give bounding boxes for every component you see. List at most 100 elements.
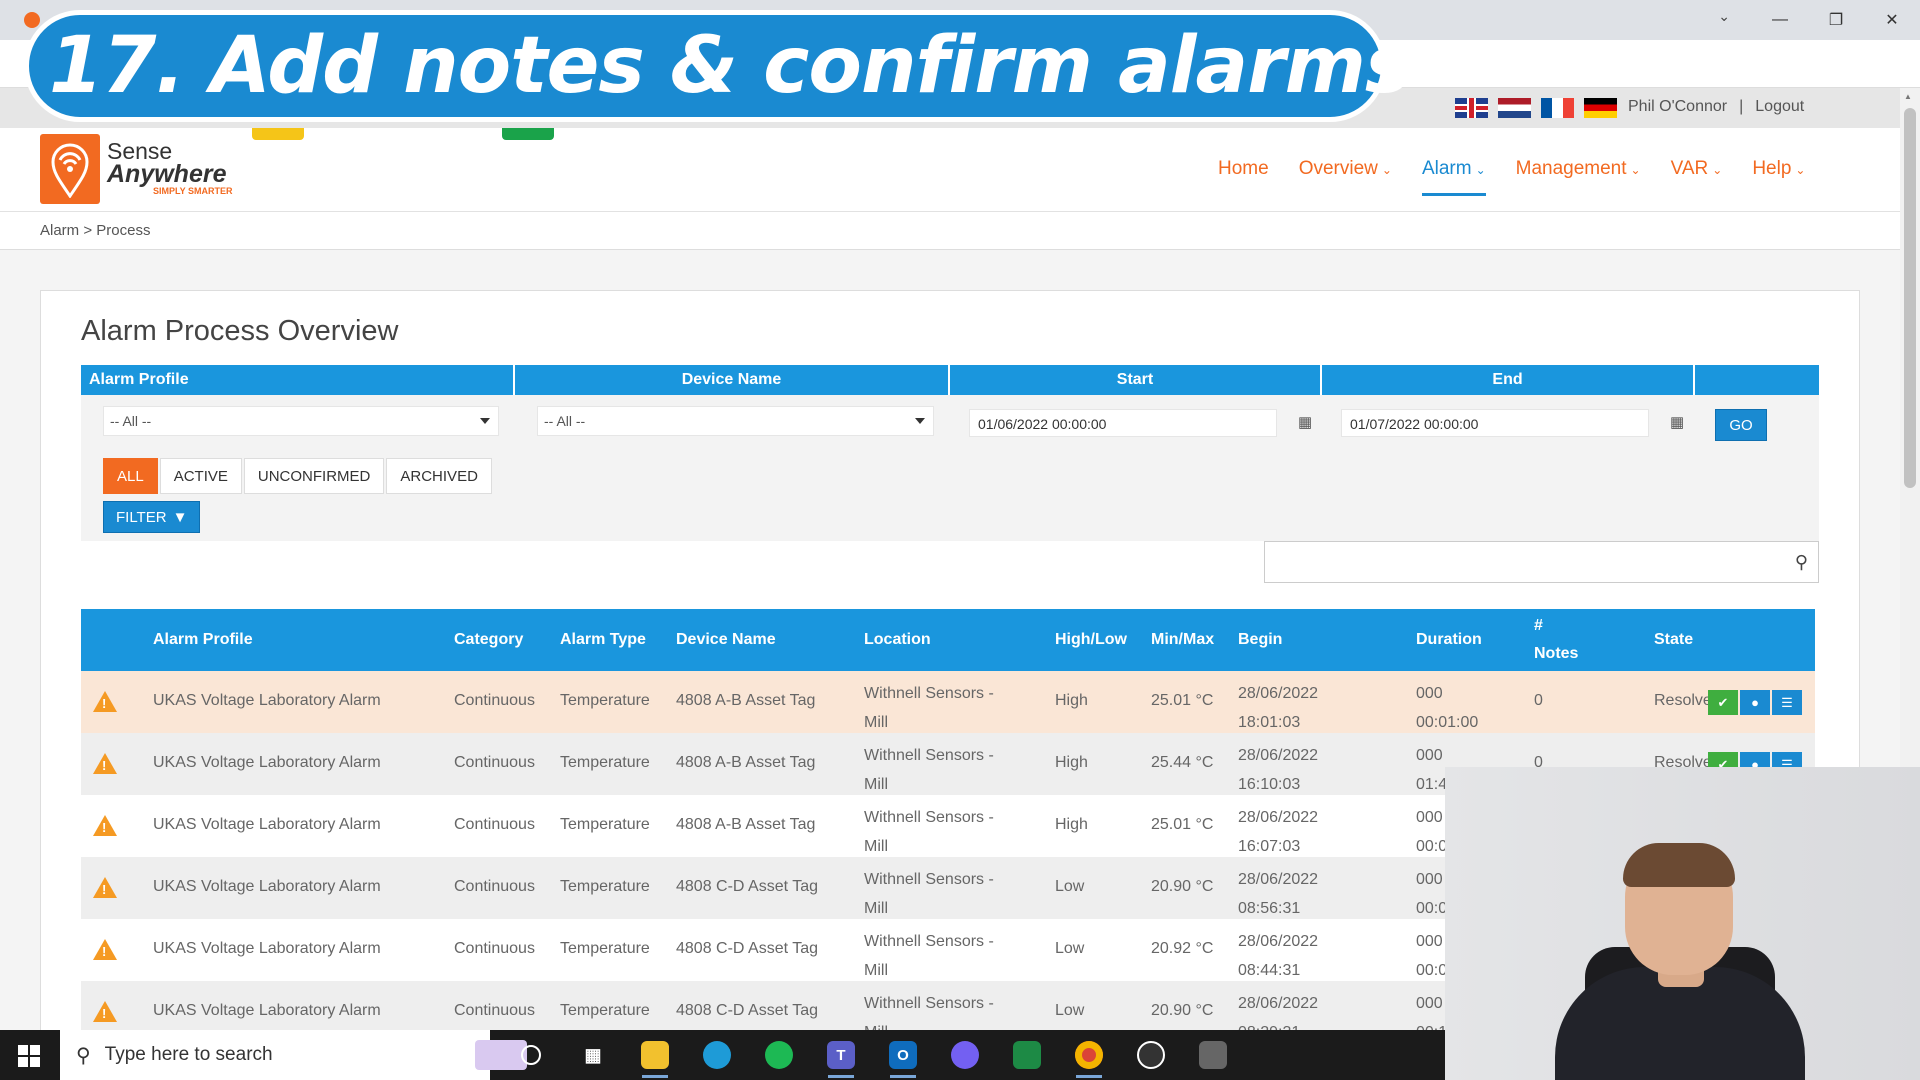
cell-location-line1: Withnell Sensors - (864, 871, 994, 888)
user-separator: | (1739, 98, 1744, 115)
outlook-icon[interactable]: O (872, 1030, 934, 1080)
device-name-select[interactable]: -- All -- (537, 406, 934, 436)
teams-icon[interactable]: T (810, 1030, 872, 1080)
chevron-down-icon: ⌄ (1381, 163, 1392, 177)
spreadsheet-icon[interactable] (996, 1030, 1058, 1080)
end-date-input[interactable]: 01/07/2022 00:00:00 (1341, 409, 1649, 437)
breadcrumb-process[interactable]: Process (96, 222, 150, 239)
cell-alarm-type: Temperature (560, 816, 650, 833)
nav-var[interactable]: VAR ⌄ (1671, 158, 1723, 180)
search-icon[interactable]: ⚲ (1795, 552, 1808, 573)
th-duration[interactable]: Duration (1416, 631, 1482, 649)
filter-header-end: End (1322, 365, 1695, 395)
viber-icon[interactable] (934, 1030, 996, 1080)
page-title: Alarm Process Overview (81, 315, 399, 347)
confirm-check-icon[interactable]: ✔ (1708, 690, 1738, 715)
add-note-comment-icon[interactable]: ● (1740, 690, 1770, 715)
logout-link[interactable]: Logout (1755, 98, 1804, 116)
cell-location-line2: Mill (864, 900, 888, 917)
user-area: Phil O'Connor | Logout (1628, 98, 1804, 116)
taskbar-search-box[interactable]: ⚲ Type here to search (60, 1030, 527, 1080)
tab-all[interactable]: ALL (103, 458, 158, 494)
th-location[interactable]: Location (864, 631, 931, 649)
th-high-low[interactable]: High/Low (1055, 631, 1127, 649)
th-begin[interactable]: Begin (1238, 631, 1282, 649)
th-category[interactable]: Category (454, 631, 523, 649)
cell-high-low: High (1055, 692, 1088, 709)
edge-icon[interactable] (686, 1030, 748, 1080)
taskbar-search-placeholder: Type here to search (104, 1044, 273, 1065)
nav-alarm[interactable]: Alarm ⌄ (1421, 158, 1486, 196)
th-alarm-profile[interactable]: Alarm Profile (153, 631, 253, 649)
flag-nl-icon[interactable] (1498, 98, 1531, 118)
calendar-icon[interactable]: ▦ (1670, 413, 1684, 431)
th-notes[interactable]: Notes (1534, 645, 1578, 663)
close-icon[interactable]: ✕ (1864, 0, 1920, 40)
cell-begin-date: 28/06/2022 (1238, 685, 1319, 702)
cell-begin-time: 18:01:03 (1238, 714, 1301, 731)
cell-duration: 000 01:4 (1416, 741, 1447, 799)
th-min-max[interactable]: Min/Max (1151, 631, 1214, 649)
cell-duration: 000 00:0 (1416, 803, 1447, 861)
camera-icon[interactable] (1182, 1030, 1244, 1080)
tab-search-chevron-icon[interactable]: ⌄ (1718, 8, 1730, 25)
nav-home[interactable]: Home (1218, 158, 1269, 180)
user-name[interactable]: Phil O'Connor (1628, 98, 1727, 116)
cell-duration-time: 00:01:00 (1416, 714, 1479, 731)
chevron-down-icon: ⌄ (1795, 163, 1806, 177)
calendar-icon[interactable]: ▦ (1298, 413, 1312, 431)
language-flags (1455, 98, 1617, 118)
alarm-profile-select[interactable]: -- All -- (103, 406, 499, 436)
chrome-icon[interactable] (1058, 1030, 1120, 1080)
file-explorer-icon[interactable] (624, 1030, 686, 1080)
cell-alarm-profile: UKAS Voltage Laboratory Alarm (153, 1002, 381, 1019)
cell-begin-date: 28/06/2022 (1238, 871, 1319, 888)
start-date-input[interactable]: 01/06/2022 00:00:00 (969, 409, 1277, 437)
device-name-select-value: -- All -- (544, 413, 586, 429)
windows-start-icon[interactable] (18, 1045, 40, 1067)
nav-help[interactable]: Help ⌄ (1752, 158, 1805, 180)
details-list-icon[interactable]: ☰ (1772, 690, 1802, 715)
nav-management-label: Management (1515, 158, 1627, 179)
tab-archived[interactable]: ARCHIVED (386, 458, 492, 494)
cell-high-low: Low (1055, 1002, 1085, 1019)
scroll-up-arrow-icon[interactable]: ▲ (1904, 92, 1912, 101)
restore-icon[interactable]: ❐ (1808, 0, 1864, 40)
th-state[interactable]: State (1654, 631, 1693, 649)
go-button[interactable]: GO (1715, 409, 1767, 441)
cell-location: Withnell Sensors - Mill (864, 741, 994, 799)
filter-header-blank (1695, 365, 1819, 395)
table-search-input[interactable]: ⚲ (1264, 541, 1819, 583)
minimize-icon[interactable]: — (1752, 0, 1808, 40)
cell-duration-days: 000 (1416, 933, 1443, 950)
filter-button-label: FILTER (116, 508, 167, 526)
cell-location-line2: Mill (864, 838, 888, 855)
warning-icon (93, 691, 117, 712)
nav-overview[interactable]: Overview ⌄ (1299, 158, 1392, 180)
nav-management[interactable]: Management ⌄ (1516, 158, 1641, 180)
cortana-icon[interactable] (500, 1030, 562, 1080)
flag-de-icon[interactable] (1584, 98, 1617, 118)
filter-button[interactable]: FILTER ▼ (103, 501, 201, 533)
sense-anywhere-logo-icon[interactable] (40, 134, 100, 204)
obs-icon[interactable] (1120, 1030, 1182, 1080)
cell-duration-time: 00:0 (1416, 838, 1448, 855)
cell-begin-time: 08:56:31 (1238, 900, 1301, 917)
flag-uk-icon[interactable] (1455, 98, 1488, 118)
cell-begin-date: 28/06/2022 (1238, 809, 1319, 826)
scroll-thumb[interactable] (1904, 108, 1916, 488)
filter-header-device-name: Device Name (515, 365, 950, 395)
flag-fr-icon[interactable] (1541, 98, 1574, 118)
tab-unconfirmed[interactable]: UNCONFIRMED (243, 458, 385, 494)
table-row[interactable]: UKAS Voltage Laboratory Alarm Continuous… (81, 671, 1815, 733)
nav-home-label: Home (1218, 158, 1269, 179)
cell-duration-days: 000 (1416, 809, 1443, 826)
task-view-icon[interactable]: ▦ (562, 1030, 624, 1080)
tab-active[interactable]: ACTIVE (159, 458, 242, 494)
cell-duration-time: 00:0 (1416, 962, 1448, 979)
th-device-name[interactable]: Device Name (676, 631, 776, 649)
breadcrumb: Alarm > Process (0, 212, 1900, 250)
breadcrumb-alarm[interactable]: Alarm (40, 222, 79, 239)
th-alarm-type[interactable]: Alarm Type (560, 631, 646, 649)
spotify-icon[interactable] (748, 1030, 810, 1080)
